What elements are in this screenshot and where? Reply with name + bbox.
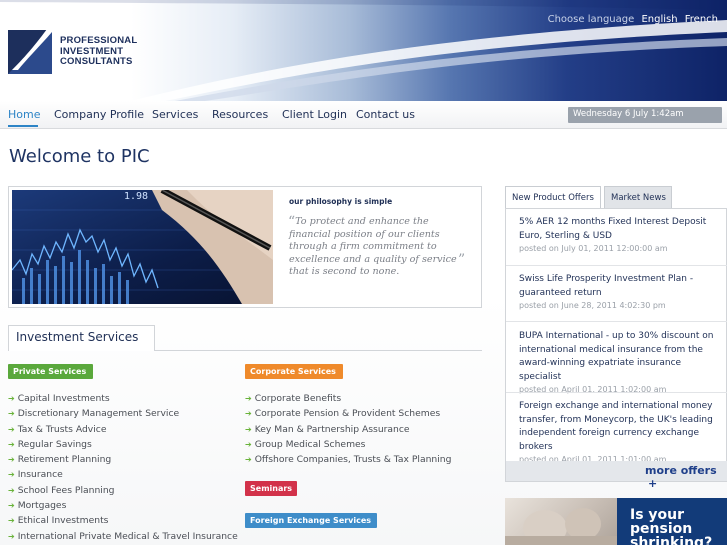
- arrow-icon: ➔: [245, 394, 252, 403]
- arrow-icon: ➔: [8, 531, 15, 541]
- arrow-icon: ➔: [8, 394, 15, 403]
- offer-title[interactable]: Swiss Life Prosperity Investment Plan - …: [519, 273, 724, 300]
- section-divider: [155, 350, 482, 351]
- arrow-icon: ➔: [8, 439, 15, 449]
- plus-icon: +: [648, 477, 658, 490]
- nav-company-profile[interactable]: Company Profile: [54, 108, 144, 121]
- list-item[interactable]: ➔ Discretionary Management Service: [8, 406, 238, 421]
- list-item[interactable]: ➔ Regular Savings: [8, 437, 238, 452]
- arrow-icon: ➔: [8, 470, 15, 480]
- arrow-icon: ➔: [8, 501, 15, 511]
- language-selector: Choose language English French: [544, 14, 718, 25]
- stock-chart-image: 1.98: [12, 190, 273, 304]
- offer-title[interactable]: 5% AER 12 months Fixed Interest Deposit …: [519, 216, 724, 243]
- nav-client-login[interactable]: Client Login: [282, 108, 347, 121]
- offer-item[interactable]: Swiss Life Prosperity Investment Plan - …: [519, 273, 724, 310]
- couple-photo: [505, 498, 617, 545]
- list-item[interactable]: ➔ Corporate Benefits: [245, 391, 451, 406]
- corporate-services-list: ➔ Corporate Benefits ➔ Corporate Pension &…: [245, 391, 451, 467]
- stock-chart-icon: 1.98: [12, 190, 273, 304]
- investment-services-heading: Investment Services: [16, 330, 139, 344]
- list-item[interactable]: ➔ Mortgages: [8, 498, 238, 513]
- site-header: PROFESSIONAL INVESTMENT CONSULTANTS Choo…: [0, 0, 727, 101]
- tab-new-product-offers[interactable]: New Product Offers: [505, 186, 601, 209]
- offer-divider: [506, 321, 727, 322]
- arrow-icon: ➔: [8, 516, 15, 526]
- language-english[interactable]: English: [641, 14, 677, 25]
- list-item[interactable]: ➔ Retirement Planning: [8, 452, 238, 467]
- list-item[interactable]: ➔ Tax & Trusts Advice: [8, 422, 238, 437]
- arrow-icon: ➔: [8, 485, 15, 495]
- arrow-icon: ➔: [8, 424, 15, 434]
- arrow-icon: ➔: [245, 439, 252, 449]
- nav-services[interactable]: Services: [152, 108, 198, 121]
- offer-date: posted on June 28, 2011 4:02:30 pm: [519, 301, 666, 311]
- quote-close-icon: ”: [458, 252, 466, 268]
- corporate-services-label[interactable]: Corporate Services: [245, 364, 343, 379]
- offer-title[interactable]: Foreign exchange and international money…: [519, 400, 724, 454]
- pension-ad-text: Is your pension shrinking?: [630, 507, 713, 545]
- logo-text: PROFESSIONAL INVESTMENT CONSULTANTS: [60, 35, 138, 67]
- offer-date: posted on April 01, 2011 1:02:00 am: [519, 385, 667, 395]
- logo[interactable]: PROFESSIONAL INVESTMENT CONSULTANTS: [8, 22, 137, 78]
- philosophy-heading: our philosophy is simple: [289, 197, 393, 206]
- nav-resources[interactable]: Resources: [212, 108, 268, 121]
- list-item[interactable]: ➔ International Private Medical & Travel …: [8, 529, 238, 544]
- language-french[interactable]: French: [685, 14, 718, 25]
- arrow-icon: ➔: [245, 424, 252, 434]
- list-item[interactable]: ➔ Group Medical Schemes: [245, 437, 451, 452]
- offer-item[interactable]: BUPA International - up to 30% discount …: [519, 330, 724, 394]
- more-offers-link[interactable]: more offers +: [645, 464, 727, 490]
- philosophy-quote: To protect and enhance the financial pos…: [289, 216, 457, 278]
- list-item[interactable]: ➔ Corporate Pension & Provident Schemes: [245, 406, 451, 421]
- private-services-list: ➔ Capital Investments ➔ Discretionary Mana…: [8, 391, 238, 544]
- foreign-exchange-label[interactable]: Foreign Exchange Services: [245, 513, 377, 528]
- arrow-icon: ➔: [245, 409, 252, 419]
- nav-contact-us[interactable]: Contact us: [356, 108, 415, 121]
- list-item[interactable]: ➔ School Fees Planning: [8, 483, 238, 498]
- logo-mark-icon: [8, 22, 52, 74]
- nav-active-indicator: [8, 125, 38, 127]
- page-title: Welcome to PIC: [9, 146, 150, 167]
- nav-home[interactable]: Home: [8, 108, 40, 121]
- seminars-label[interactable]: Seminars: [245, 481, 297, 496]
- offer-divider: [506, 265, 727, 266]
- arrow-icon: ➔: [8, 409, 15, 419]
- chart-label: 1.98: [124, 191, 148, 202]
- date-display: Wednesday 6 July 1:42am: [568, 107, 722, 123]
- list-item[interactable]: ➔ Key Man & Partnership Assurance: [245, 422, 451, 437]
- list-item[interactable]: ➔ Insurance: [8, 467, 238, 482]
- arrow-icon: ➔: [245, 455, 252, 465]
- language-label: Choose language: [547, 14, 635, 25]
- couple-photo-icon: [505, 508, 617, 545]
- arrow-icon: ➔: [8, 455, 15, 465]
- private-services-label[interactable]: Private Services: [8, 364, 93, 379]
- offer-title[interactable]: BUPA International - up to 30% discount …: [519, 330, 724, 384]
- list-item[interactable]: ➔ Ethical Investments: [8, 513, 238, 528]
- list-item[interactable]: ➔ Capital Investments: [8, 391, 238, 406]
- offer-item[interactable]: 5% AER 12 months Fixed Interest Deposit …: [519, 216, 724, 253]
- offer-divider: [506, 392, 727, 393]
- offer-item[interactable]: Foreign exchange and international money…: [519, 400, 724, 464]
- list-item[interactable]: ➔ Offshore Companies, Trusts & Tax Planni…: [245, 452, 451, 467]
- tab-market-news[interactable]: Market News: [604, 186, 672, 209]
- offer-date: posted on July 01, 2011 12:00:00 am: [519, 244, 668, 254]
